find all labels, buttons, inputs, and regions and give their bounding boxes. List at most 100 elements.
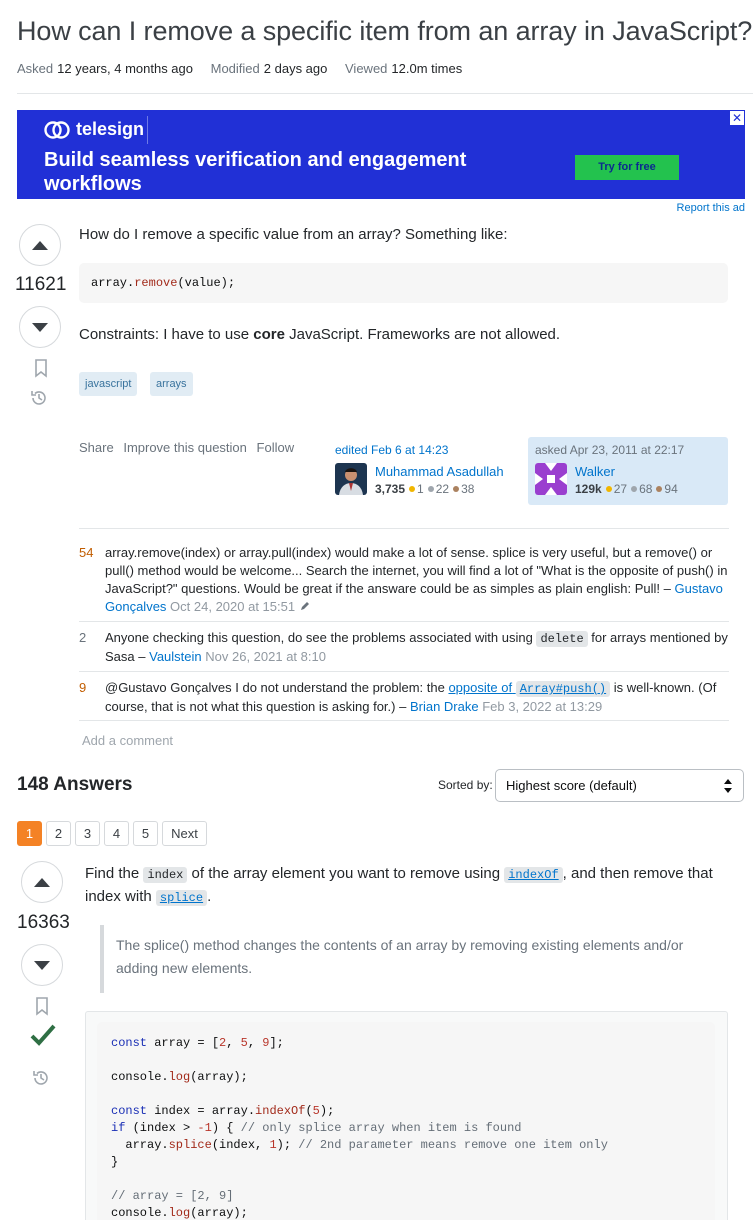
owner-reputation: 129k 27 68 94 xyxy=(575,482,678,496)
code-args: (value); xyxy=(177,276,236,290)
accepted-checkmark-icon xyxy=(30,1024,56,1046)
comment: 54 array.remove(index) or array.pull(ind… xyxy=(79,545,728,614)
code-method: remove xyxy=(134,276,178,290)
upvote-button[interactable] xyxy=(19,224,61,266)
asked-time[interactable]: asked Apr 23, 2011 at 22:17 xyxy=(535,443,721,457)
edited-time[interactable]: edited Feb 6 at 14:23 xyxy=(335,443,525,457)
header-divider xyxy=(17,93,753,94)
page-2[interactable]: 2 xyxy=(46,821,71,846)
post-menu: Share Improve this question Follow xyxy=(79,440,300,455)
sort-value: Highest score (default) xyxy=(506,778,637,793)
downvote-button[interactable] xyxy=(19,306,61,348)
ad-cta-button[interactable]: Try for free xyxy=(575,155,679,180)
code-line: const array = [2, 5, 9]; xyxy=(111,1036,284,1050)
answer-inline-code: index xyxy=(143,867,188,883)
editor-avatar[interactable] xyxy=(335,463,367,495)
owner-avatar[interactable] xyxy=(535,463,567,495)
bronze-badge-icon xyxy=(453,486,460,493)
code-line: // array = [2, 9] xyxy=(111,1189,234,1203)
asked-label: Asked xyxy=(17,61,54,76)
bookmark-icon[interactable] xyxy=(31,358,51,378)
editor-name[interactable]: Muhammad Asadullah xyxy=(375,464,504,479)
comment-score: 54 xyxy=(79,545,94,560)
upvote-arrow-icon xyxy=(34,877,50,887)
editor-signature: edited Feb 6 at 14:23 Muhammad Asadullah… xyxy=(335,443,525,503)
question-score: 11621 xyxy=(15,274,67,295)
silver-badge-icon xyxy=(631,486,638,493)
edit-pencil-icon xyxy=(300,602,309,610)
comment-divider xyxy=(79,720,729,721)
ad-logo: telesign xyxy=(44,119,144,140)
modified-value[interactable]: 2 days ago xyxy=(264,61,328,76)
comment-date[interactable]: Feb 3, 2022 at 13:29 xyxy=(482,699,602,714)
answers-count: 148 Answers xyxy=(17,774,133,795)
page-4[interactable]: 4 xyxy=(104,821,129,846)
comment-divider xyxy=(79,621,729,622)
constraints-bold: core xyxy=(253,326,285,343)
code-line: console.log(array); xyxy=(111,1070,248,1084)
answer-upvote-button[interactable] xyxy=(21,861,63,903)
comment-date[interactable]: Nov 26, 2021 at 8:10 xyxy=(205,649,326,664)
comment: 9 @Gustavo Gonçalves I do not understand… xyxy=(79,680,717,714)
tag-javascript[interactable]: javascript xyxy=(79,372,138,396)
comments-top-divider xyxy=(79,528,729,529)
question-constraints: Constraints: I have to use core JavaScri… xyxy=(79,326,561,343)
bookmark-icon[interactable] xyxy=(32,996,52,1016)
history-icon[interactable] xyxy=(31,1068,51,1088)
ad-headline: Build seamless verification and engageme… xyxy=(44,149,467,195)
comment-link[interactable]: opposite of Array#push() xyxy=(448,680,611,697)
question-title[interactable]: How can I remove a specific item from an… xyxy=(17,16,752,47)
bronze-badge-icon xyxy=(656,486,663,493)
upvote-arrow-icon xyxy=(32,240,48,250)
page-5[interactable]: 5 xyxy=(133,821,158,846)
add-comment-link[interactable]: Add a comment xyxy=(82,733,173,748)
comment-divider xyxy=(79,671,729,672)
question-intro: How do I remove a specific value from an… xyxy=(79,226,508,243)
silver-badge-icon xyxy=(427,486,434,493)
comment-score: 9 xyxy=(79,680,87,695)
share-link[interactable]: Share xyxy=(79,440,114,455)
code-line: if (index > -1) { // only splice array w… xyxy=(111,1121,522,1135)
select-arrows-icon xyxy=(724,779,732,793)
history-icon[interactable] xyxy=(29,388,49,408)
splice-link[interactable]: splice xyxy=(155,890,208,906)
code-line: console.log(array); xyxy=(111,1206,248,1220)
owner-name[interactable]: Walker xyxy=(575,464,615,479)
question-code-block: array.remove(value); xyxy=(79,263,728,303)
answer-downvote-button[interactable] xyxy=(21,944,63,986)
question-meta: Asked 12 years, 4 months ago Modified 2 da… xyxy=(17,61,476,76)
editor-reputation: 3,735 1 22 38 xyxy=(375,482,475,496)
comment-user[interactable]: Vaulstein xyxy=(149,649,202,664)
code-line: } xyxy=(111,1155,119,1169)
comment-date[interactable]: Oct 24, 2020 at 15:51 xyxy=(170,599,295,614)
comment-score: 2 xyxy=(79,630,87,645)
tag-arrays[interactable]: arrays xyxy=(150,372,193,396)
answer-score: 16363 xyxy=(17,912,70,933)
page-3[interactable]: 3 xyxy=(75,821,100,846)
indexof-link[interactable]: indexOf xyxy=(504,867,563,883)
comment-text: array.remove(index) or array.pull(index)… xyxy=(105,545,728,596)
downvote-arrow-icon xyxy=(34,960,50,970)
code-line: array.splice(index, 1); // 2nd parameter… xyxy=(111,1138,608,1152)
owner-signature: asked Apr 23, 2011 at 22:17 Walker 129k 2… xyxy=(528,437,728,505)
code-object: array. xyxy=(91,276,135,290)
comment-user[interactable]: Brian Drake xyxy=(410,699,479,714)
sorted-by-label: Sorted by: xyxy=(438,778,493,792)
gold-badge-icon xyxy=(605,486,612,493)
ad-close-icon[interactable]: ✕ xyxy=(730,111,744,125)
comment: 2 Anyone checking this question, do see … xyxy=(79,630,728,664)
report-ad-link[interactable]: Report this ad xyxy=(677,202,745,214)
answer-intro: Find the index of the array element you … xyxy=(85,865,713,906)
answer-blockquote: The splice() method changes the contents… xyxy=(100,925,700,993)
improve-question-link[interactable]: Improve this question xyxy=(123,440,247,455)
viewed-value: 12.0m times xyxy=(391,61,463,76)
sort-select[interactable]: Highest score (default) xyxy=(495,769,744,802)
page-1[interactable]: 1 xyxy=(17,821,42,846)
gold-badge-icon xyxy=(409,486,416,493)
asked-value: 12 years, 4 months ago xyxy=(57,61,193,76)
follow-link[interactable]: Follow xyxy=(257,440,295,455)
telesign-logo-icon xyxy=(44,120,70,139)
page-next[interactable]: Next xyxy=(162,821,207,846)
downvote-arrow-icon xyxy=(32,322,48,332)
ad-banner[interactable]: telesign Build seamless verification and… xyxy=(17,110,745,199)
